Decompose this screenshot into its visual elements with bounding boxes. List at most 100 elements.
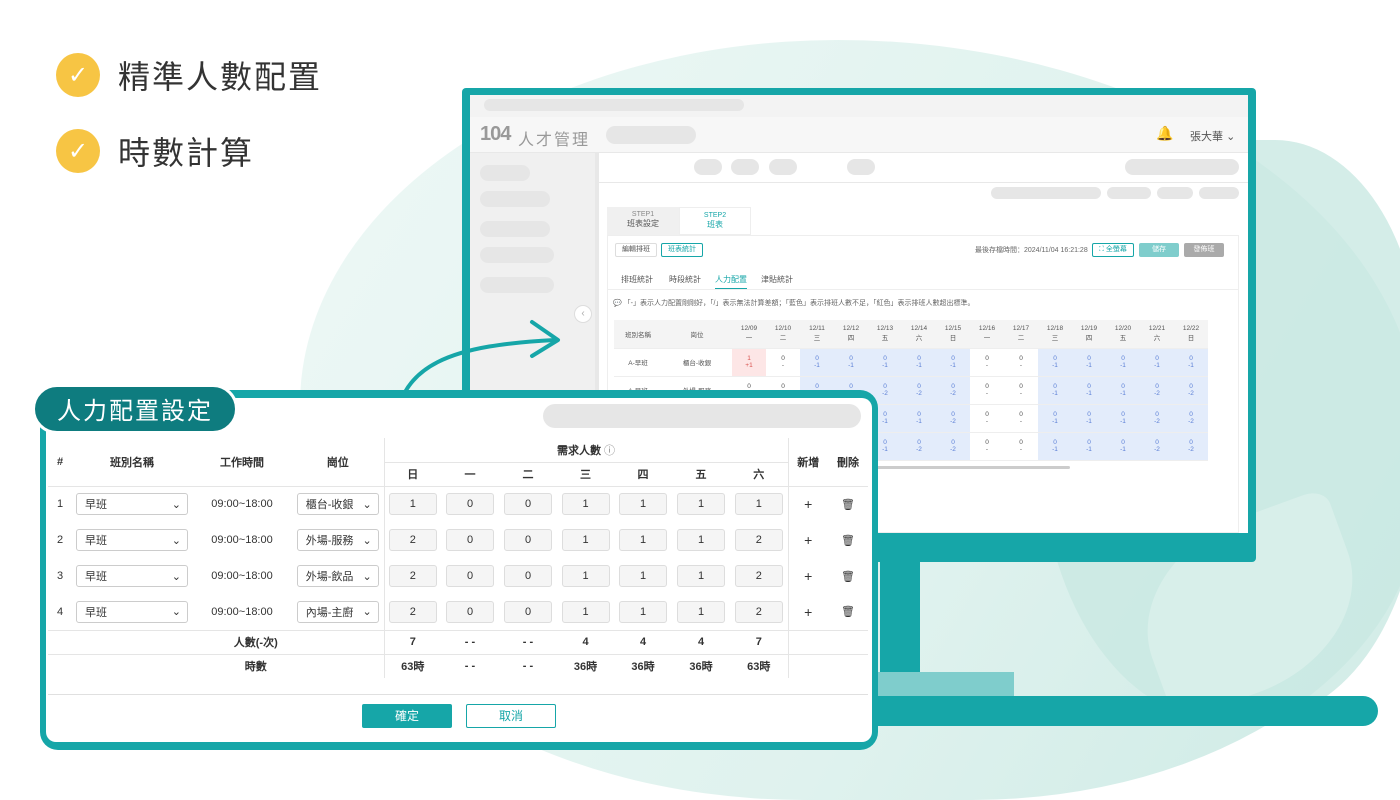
demand-input[interactable]: 1: [561, 529, 610, 551]
cancel-button[interactable]: 取消: [466, 704, 556, 728]
grid-cell[interactable]: 0-1: [1140, 348, 1174, 377]
grid-cell[interactable]: 0 -2: [1140, 404, 1174, 433]
grid-cell[interactable]: 0-1: [834, 348, 868, 377]
grid-cell[interactable]: 0 -2: [902, 432, 936, 461]
grid-cell[interactable]: 0-1: [902, 404, 936, 433]
demand-input[interactable]: 1: [677, 529, 725, 551]
demand-input[interactable]: 1: [677, 600, 725, 623]
demand-input[interactable]: 0: [446, 529, 494, 551]
demand-input[interactable]: 0: [504, 565, 552, 587]
position-select[interactable]: 外場-服務 ⌄: [296, 529, 379, 551]
grid-cell[interactable]: 0-1: [1072, 432, 1106, 461]
info-icon[interactable]: ⓘ: [604, 445, 615, 457]
demand-input[interactable]: 1: [561, 565, 610, 587]
add-icon[interactable]: +: [804, 496, 812, 512]
grid-cell[interactable]: 0 -2: [936, 376, 970, 405]
add-icon[interactable]: +: [804, 568, 812, 584]
trash-icon[interactable]: 🗑: [841, 535, 855, 547]
demand-input[interactable]: 0: [504, 600, 552, 623]
position-select[interactable]: 內場-主廚 ⌄: [296, 600, 379, 623]
grid-cell[interactable]: 0-: [1004, 404, 1038, 433]
grid-cell[interactable]: 0-1: [1038, 376, 1072, 405]
subtab-staffing[interactable]: 人力配置: [715, 274, 747, 290]
demand-input[interactable]: 1: [619, 600, 667, 623]
subtab-period-stats[interactable]: 時段統計: [669, 274, 701, 285]
grid-cell[interactable]: 0 -2: [902, 376, 936, 405]
grid-cell[interactable]: 0-1: [1106, 348, 1140, 377]
grid-cell[interactable]: 0 -2: [1140, 432, 1174, 461]
shift-select[interactable]: 早班 ⌄: [76, 600, 188, 623]
grid-cell[interactable]: 0-1: [1038, 404, 1072, 433]
user-menu[interactable]: 張大華 ⌄: [1190, 128, 1235, 144]
add-icon[interactable]: +: [804, 604, 812, 620]
demand-input[interactable]: 1: [561, 493, 610, 516]
demand-input[interactable]: 2: [388, 600, 437, 623]
shift-select[interactable]: 早班 ⌄: [76, 565, 188, 587]
demand-input[interactable]: 1: [561, 600, 610, 623]
shift-select[interactable]: 早班 ⌄: [76, 529, 188, 551]
grid-cell[interactable]: 0-: [970, 376, 1004, 405]
position-select[interactable]: 外場-飲品 ⌄: [296, 565, 379, 587]
demand-input[interactable]: 0: [446, 565, 494, 587]
grid-cell[interactable]: 0-1: [902, 348, 936, 377]
grid-cell[interactable]: 0-1: [1072, 348, 1106, 377]
confirm-button[interactable]: 確定: [362, 704, 452, 728]
grid-cell[interactable]: 0-1: [868, 348, 902, 377]
grid-cell[interactable]: 1 +1: [732, 348, 766, 377]
grid-cell[interactable]: 0-1: [1106, 432, 1140, 461]
demand-input[interactable]: 0: [446, 493, 494, 516]
subtab-shift-stats[interactable]: 排班統計: [621, 274, 653, 285]
grid-cell[interactable]: 0-: [1004, 376, 1038, 405]
demand-input[interactable]: 1: [734, 493, 783, 516]
grid-cell[interactable]: 0 -2: [1174, 376, 1208, 405]
add-icon[interactable]: +: [804, 532, 812, 548]
demand-input[interactable]: 1: [388, 493, 437, 516]
step-1[interactable]: STEP1 班表設定: [607, 207, 679, 235]
publish-button[interactable]: 發佈班表: [1184, 243, 1224, 265]
grid-cell[interactable]: 0-: [1004, 348, 1038, 377]
grid-cell[interactable]: 0-1: [1174, 348, 1208, 377]
demand-input[interactable]: 0: [504, 493, 552, 516]
grid-cell[interactable]: 0-1: [1038, 432, 1072, 461]
demand-input[interactable]: 2: [388, 529, 437, 551]
grid-cell[interactable]: 0-: [970, 404, 1004, 433]
demand-input[interactable]: 1: [619, 493, 667, 516]
demand-input[interactable]: 0: [504, 529, 552, 551]
grid-cell[interactable]: 0-: [766, 348, 800, 377]
demand-input[interactable]: 1: [619, 565, 667, 587]
demand-input[interactable]: 2: [734, 565, 783, 587]
demand-input[interactable]: 2: [734, 529, 783, 551]
save-button[interactable]: 儲存: [1139, 243, 1179, 257]
demand-input[interactable]: 2: [734, 600, 783, 623]
grid-cell[interactable]: 0-: [970, 432, 1004, 461]
grid-cell[interactable]: 0-: [1004, 432, 1038, 461]
subtab-allowance[interactable]: 津貼統計: [761, 274, 793, 285]
collapse-icon[interactable]: ‹: [574, 305, 592, 323]
demand-input[interactable]: 1: [677, 565, 725, 587]
grid-cell[interactable]: 0 -2: [936, 404, 970, 433]
grid-cell[interactable]: 0-1: [800, 348, 834, 377]
grid-cell[interactable]: 0-1: [1072, 376, 1106, 405]
grid-cell[interactable]: 0-1: [1038, 348, 1072, 377]
grid-cell[interactable]: 0-1: [936, 348, 970, 377]
trash-icon[interactable]: 🗑: [841, 606, 855, 618]
trash-icon[interactable]: 🗑: [841, 499, 855, 511]
app-logo[interactable]: 104: [480, 123, 511, 146]
trash-icon[interactable]: 🗑: [841, 571, 855, 583]
grid-cell[interactable]: 0-1: [1106, 404, 1140, 433]
fullscreen-button[interactable]: ⛶ 全螢幕: [1092, 243, 1134, 257]
bell-icon[interactable]: 🔔: [1156, 125, 1173, 142]
position-select[interactable]: 櫃台-收銀 ⌄: [296, 493, 379, 516]
edit-schedule-toggle[interactable]: 編輯排班: [615, 243, 657, 257]
grid-cell[interactable]: 0-: [970, 348, 1004, 377]
demand-input[interactable]: 1: [677, 493, 725, 516]
grid-cell[interactable]: 0 -2: [936, 432, 970, 461]
demand-input[interactable]: 2: [388, 565, 437, 587]
grid-cell[interactable]: 0 -2: [1140, 376, 1174, 405]
demand-input[interactable]: 0: [446, 600, 494, 623]
grid-cell[interactable]: 0 -2: [1174, 432, 1208, 461]
grid-cell[interactable]: 0-1: [1072, 404, 1106, 433]
grid-cell[interactable]: 0-1: [1106, 376, 1140, 405]
demand-input[interactable]: 1: [619, 529, 667, 551]
step-2[interactable]: STEP2 班表: [679, 207, 751, 235]
